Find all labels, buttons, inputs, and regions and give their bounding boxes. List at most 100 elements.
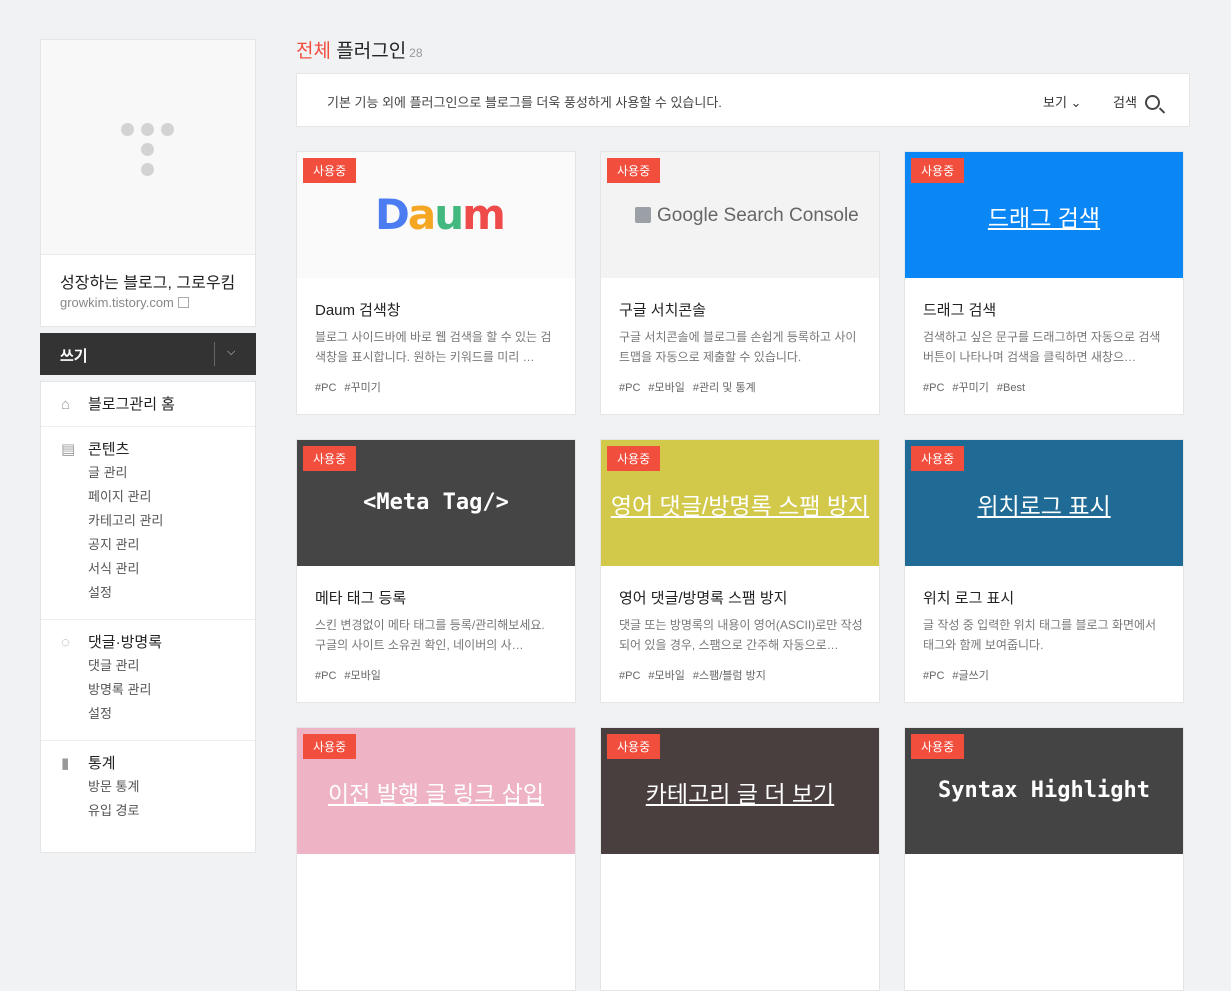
- submenu-item[interactable]: 설정: [88, 702, 255, 726]
- plugin-tags: #PC #꾸미기: [315, 379, 389, 395]
- google-search-console-logo: Google Search Console: [635, 205, 859, 227]
- submenu-item[interactable]: 서식 관리: [88, 557, 255, 581]
- submenu-item[interactable]: 카테고리 관리: [88, 509, 255, 533]
- menu-stats-label[interactable]: 통계: [88, 755, 116, 772]
- plugin-title[interactable]: 영어 댓글/방명록 스팸 방지: [619, 587, 787, 608]
- view-label[interactable]: 보기: [1043, 95, 1067, 110]
- tag: #PC: [923, 670, 945, 682]
- info-bar: 기본 기능 외에 플러그인으로 블로그를 더욱 풍성하게 사용할 수 있습니다.…: [296, 73, 1190, 127]
- menu-comments-label[interactable]: 댓글·방명록: [88, 634, 162, 651]
- plugin-title[interactable]: 구글 서치콘솔: [619, 299, 706, 320]
- blog-name[interactable]: 성장하는 블로그, 그로우킴: [60, 269, 235, 293]
- stats-submenu: 방문 통계 유입 경로: [41, 775, 255, 823]
- submenu-item[interactable]: 유입 경로: [88, 799, 255, 823]
- tag: #PC: [923, 382, 945, 394]
- chevron-down-icon: ⌄: [1070, 95, 1082, 110]
- menu-contents-label[interactable]: 콘텐츠: [88, 441, 129, 458]
- plugin-title[interactable]: 메타 태그 등록: [315, 587, 406, 608]
- plugin-title[interactable]: 드래그 검색: [923, 299, 996, 320]
- plugin-card[interactable]: 사용중 위치로그 표시 위치 로그 표시 글 작성 중 입력한 위치 태그를 블…: [904, 439, 1184, 703]
- blog-profile-image[interactable]: [41, 40, 255, 255]
- view-filter-button[interactable]: 보기 ⌄: [1043, 92, 1081, 111]
- tag: #스팸/블럼 방지: [692, 670, 766, 682]
- tag: #모바일: [648, 670, 685, 682]
- submenu-item[interactable]: 페이지 관리: [88, 485, 255, 509]
- plugin-description: 검색하고 싶은 문구를 드래그하면 자동으로 검색 버튼이 나타나며 검색을 클…: [923, 330, 1161, 364]
- tag: #PC: [315, 382, 337, 394]
- plugin-thumbnail[interactable]: 사용중 Daum: [297, 152, 575, 278]
- page-title: 전체 플러그인 28: [296, 36, 423, 63]
- plugin-thumbnail[interactable]: 사용중 카테고리 글 더 보기: [601, 728, 879, 854]
- submenu-item[interactable]: 방명록 관리: [88, 678, 255, 702]
- thumb-text: 카테고리 글 더 보기: [645, 781, 835, 807]
- plugin-title[interactable]: Daum 검색창: [315, 299, 401, 320]
- menu-item-home[interactable]: ⌂ 블로그관리 홈: [41, 394, 255, 416]
- document-icon: ▤: [61, 441, 76, 458]
- thumb-text: 이전 발행 글 링크 삽입: [327, 781, 544, 807]
- submenu-item[interactable]: 댓글 관리: [88, 654, 255, 678]
- menu-item-contents[interactable]: ▤ 콘텐츠: [41, 439, 255, 461]
- in-use-badge: 사용중: [911, 734, 965, 759]
- plugin-tags: #PC #모바일 #관리 및 통계: [619, 379, 764, 395]
- write-divider: [214, 342, 215, 366]
- in-use-badge: 사용중: [911, 158, 965, 183]
- tag: #Best: [996, 382, 1026, 394]
- blog-url-link[interactable]: growkim.tistory.com: [60, 295, 189, 310]
- plugin-thumbnail[interactable]: 사용중 <Meta Tag/>: [297, 440, 575, 566]
- tag: #PC: [619, 670, 641, 682]
- submenu-item[interactable]: 설정: [88, 581, 255, 605]
- plugin-tags: #PC #글쓰기: [923, 667, 997, 683]
- menu-item-comments[interactable]: ◌ 댓글·방명록: [41, 632, 255, 654]
- thumb-text: 영어 댓글/방명록 스팸 방지: [610, 493, 870, 519]
- bar-chart-icon: ▮: [61, 755, 70, 772]
- write-button[interactable]: 쓰기: [60, 345, 88, 366]
- plugin-card[interactable]: 사용중 Google Search Console 구글 서치콘솔 구글 서치콘…: [600, 151, 880, 415]
- plugin-description: 구글 서치콘솔에 블로그를 손쉽게 등록하고 사이트맵을 자동으로 제출할 수 …: [619, 330, 857, 364]
- tistory-logo-icon: [121, 123, 177, 179]
- submenu-item[interactable]: 글 관리: [88, 461, 255, 485]
- plugin-card[interactable]: 사용중 <Meta Tag/> 메타 태그 등록 스킨 변경없이 메타 태그를 …: [296, 439, 576, 703]
- menu-section-contents: ▤ 콘텐츠 글 관리 페이지 관리 카테고리 관리 공지 관리 서식 관리 설정: [41, 427, 255, 620]
- thumb-text: Google Search Console: [657, 205, 859, 226]
- menu-item-stats[interactable]: ▮ 통계: [41, 753, 255, 775]
- plugin-thumbnail[interactable]: 사용중 영어 댓글/방명록 스팸 방지: [601, 440, 879, 566]
- search-label[interactable]: 검색: [1113, 95, 1137, 110]
- thumb-text: Syntax Highlight: [938, 778, 1150, 803]
- plugin-thumbnail[interactable]: 사용중 이전 발행 글 링크 삽입: [297, 728, 575, 854]
- plugin-thumbnail[interactable]: 사용중 Syntax Highlight: [905, 728, 1183, 854]
- plugin-card[interactable]: 사용중 Daum Daum 검색창 블로그 사이드바에 바로 웹 검색을 할 수…: [296, 151, 576, 415]
- plugin-description: 댓글 또는 방명록의 내용이 영어(ASCII)로만 작성되어 있을 경우, 스…: [619, 618, 863, 652]
- tag: #PC: [315, 670, 337, 682]
- write-bar: 쓰기 ⌵: [40, 333, 256, 375]
- plugin-card[interactable]: 사용중 이전 발행 글 링크 삽입: [296, 727, 576, 991]
- plugin-title[interactable]: 위치 로그 표시: [923, 587, 1014, 608]
- tag: #글쓰기: [952, 670, 989, 682]
- menu-section-comments: ◌ 댓글·방명록 댓글 관리 방명록 관리 설정: [41, 620, 255, 741]
- toolbox-icon: [635, 207, 651, 223]
- blog-url-text[interactable]: growkim.tistory.com: [60, 295, 174, 310]
- thumb-text: 위치로그 표시: [977, 493, 1111, 519]
- plugin-tags: #PC #모바일 #스팸/블럼 방지: [619, 667, 774, 683]
- plugin-card[interactable]: 사용중 Syntax Highlight: [904, 727, 1184, 991]
- plugin-thumbnail[interactable]: 사용중 위치로그 표시: [905, 440, 1183, 566]
- speech-bubble-icon: ◌: [61, 634, 70, 651]
- tag: #관리 및 통계: [692, 382, 756, 394]
- search-button[interactable]: 검색: [1113, 92, 1160, 111]
- submenu-item[interactable]: 방문 통계: [88, 775, 255, 799]
- menu-home-label[interactable]: 블로그관리 홈: [88, 396, 175, 413]
- in-use-badge: 사용중: [607, 734, 661, 759]
- chevron-down-icon[interactable]: ⌵: [227, 346, 235, 359]
- plugin-thumbnail[interactable]: 사용중 드래그 검색: [905, 152, 1183, 278]
- submenu-item[interactable]: 공지 관리: [88, 533, 255, 557]
- plugin-description: 글 작성 중 입력한 위치 태그를 블로그 화면에서 태그와 함께 보여줍니다.: [923, 618, 1157, 652]
- plugin-tags: #PC #꾸미기 #Best: [923, 379, 1033, 395]
- plugin-card[interactable]: 사용중 카테고리 글 더 보기: [600, 727, 880, 991]
- menu-section-home: ⌂ 블로그관리 홈: [41, 382, 255, 427]
- tag: #PC: [619, 382, 641, 394]
- plugin-thumbnail[interactable]: 사용중 Google Search Console: [601, 152, 879, 278]
- plugin-description: 스킨 변경없이 메타 태그를 등록/관리해보세요. 구글의 사이트 소유권 확인…: [315, 618, 545, 652]
- in-use-badge: 사용중: [607, 158, 661, 183]
- in-use-badge: 사용중: [303, 446, 357, 471]
- plugin-card[interactable]: 사용중 영어 댓글/방명록 스팸 방지 영어 댓글/방명록 스팸 방지 댓글 또…: [600, 439, 880, 703]
- plugin-card[interactable]: 사용중 드래그 검색 드래그 검색 검색하고 싶은 문구를 드래그하면 자동으로…: [904, 151, 1184, 415]
